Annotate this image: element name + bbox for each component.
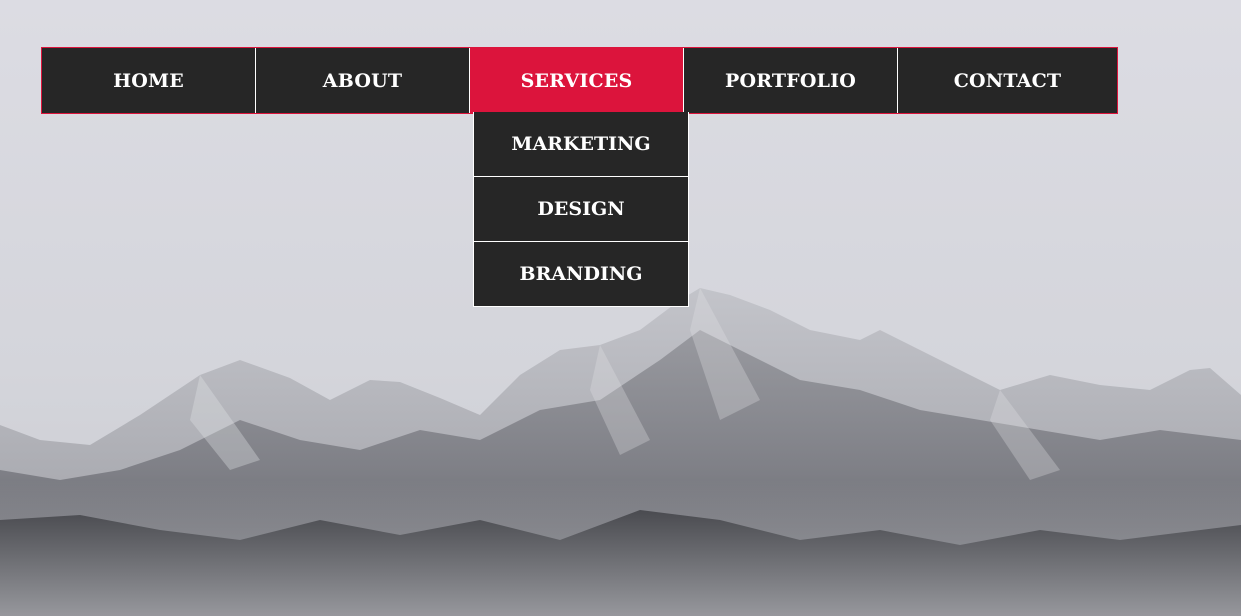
nav-item-portfolio[interactable]: PORTFOLIO: [684, 48, 898, 113]
nav-item-contact[interactable]: CONTACT: [898, 48, 1117, 113]
dropdown-item-design[interactable]: DESIGN: [474, 177, 688, 242]
dropdown-item-label: BRANDING: [519, 263, 643, 285]
nav-item-label: PORTFOLIO: [724, 69, 857, 92]
nav-item-label: CONTACT: [953, 69, 1062, 92]
services-dropdown-menu: MARKETING DESIGN BRANDING: [473, 112, 689, 307]
dropdown-item-label: MARKETING: [511, 133, 651, 155]
nav-item-label: HOME: [113, 69, 184, 92]
nav-item-label: ABOUT: [322, 69, 403, 92]
nav-item-label: SERVICES: [520, 69, 633, 92]
nav-item-services[interactable]: SERVICES: [470, 48, 684, 113]
nav-item-about[interactable]: ABOUT: [256, 48, 470, 113]
dropdown-item-label: DESIGN: [537, 198, 625, 220]
main-navigation: HOME ABOUT SERVICES PORTFOLIO CONTACT: [41, 47, 1118, 114]
nav-item-home[interactable]: HOME: [42, 48, 256, 113]
dropdown-item-marketing[interactable]: MARKETING: [474, 112, 688, 177]
dropdown-item-branding[interactable]: BRANDING: [474, 242, 688, 306]
